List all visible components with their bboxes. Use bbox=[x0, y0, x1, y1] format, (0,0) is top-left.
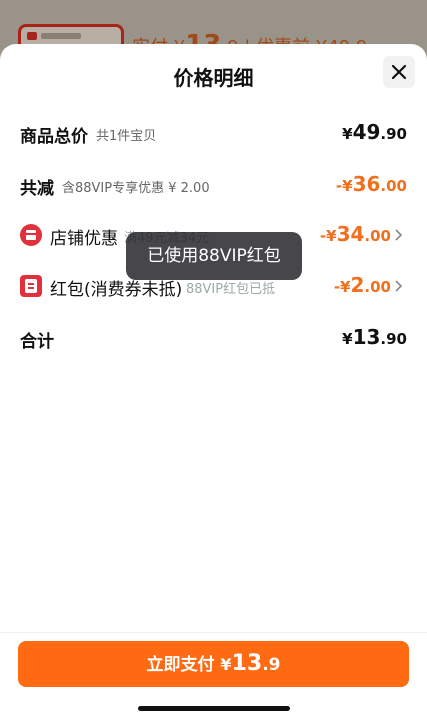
total-price-label: 商品总价 bbox=[20, 127, 88, 147]
toast-message: 已使用88VIP红包 bbox=[126, 232, 302, 280]
sum-label: 合计 bbox=[20, 332, 54, 352]
home-indicator bbox=[138, 706, 290, 711]
red-packet-amount: -¥2.00 bbox=[333, 273, 391, 297]
chevron-right-icon bbox=[395, 229, 403, 241]
pay-amount-dec: .9 bbox=[262, 655, 281, 675]
pay-currency: ¥ bbox=[220, 655, 232, 674]
row-total-discount: 共减 含88VIP专享优惠 ¥ 2.00 -¥36.00 bbox=[20, 170, 407, 200]
total-price-amount: ¥49.90 bbox=[342, 120, 407, 144]
shop-icon bbox=[20, 224, 42, 246]
total-item-count: 共1件宝贝 bbox=[96, 129, 157, 144]
chevron-right-icon bbox=[395, 280, 403, 292]
red-packet-icon bbox=[20, 275, 42, 297]
close-icon bbox=[391, 64, 407, 80]
red-packet-note: 88VIP红包已抵 bbox=[186, 282, 276, 297]
pay-now-button[interactable]: 立即支付 ¥13.9 bbox=[18, 641, 409, 687]
sum-amount: ¥13.90 bbox=[342, 325, 407, 349]
total-discount-amount: -¥36.00 bbox=[335, 172, 407, 196]
pay-amount-int: 13 bbox=[231, 651, 263, 676]
close-button[interactable] bbox=[383, 56, 415, 88]
row-sum: 合计 ¥13.90 bbox=[20, 323, 407, 353]
total-discount-label: 共减 bbox=[20, 179, 54, 199]
shop-discount-label: 店铺优惠 bbox=[50, 229, 118, 249]
row-total-price: 商品总价 共1件宝贝 ¥49.90 bbox=[20, 118, 407, 148]
pay-now-label: 立即支付 bbox=[146, 655, 221, 675]
footer-divider bbox=[0, 632, 427, 633]
shop-discount-amount: -¥34.00 bbox=[319, 222, 391, 246]
sheet-title: 价格明细 bbox=[173, 66, 254, 90]
vip-discount-note: 含88VIP专享优惠 ¥ 2.00 bbox=[62, 181, 210, 196]
price-detail-sheet: 价格明细 商品总价 共1件宝贝 ¥49.90 共减 含88VIP专享优惠 ¥ 2… bbox=[0, 44, 427, 720]
